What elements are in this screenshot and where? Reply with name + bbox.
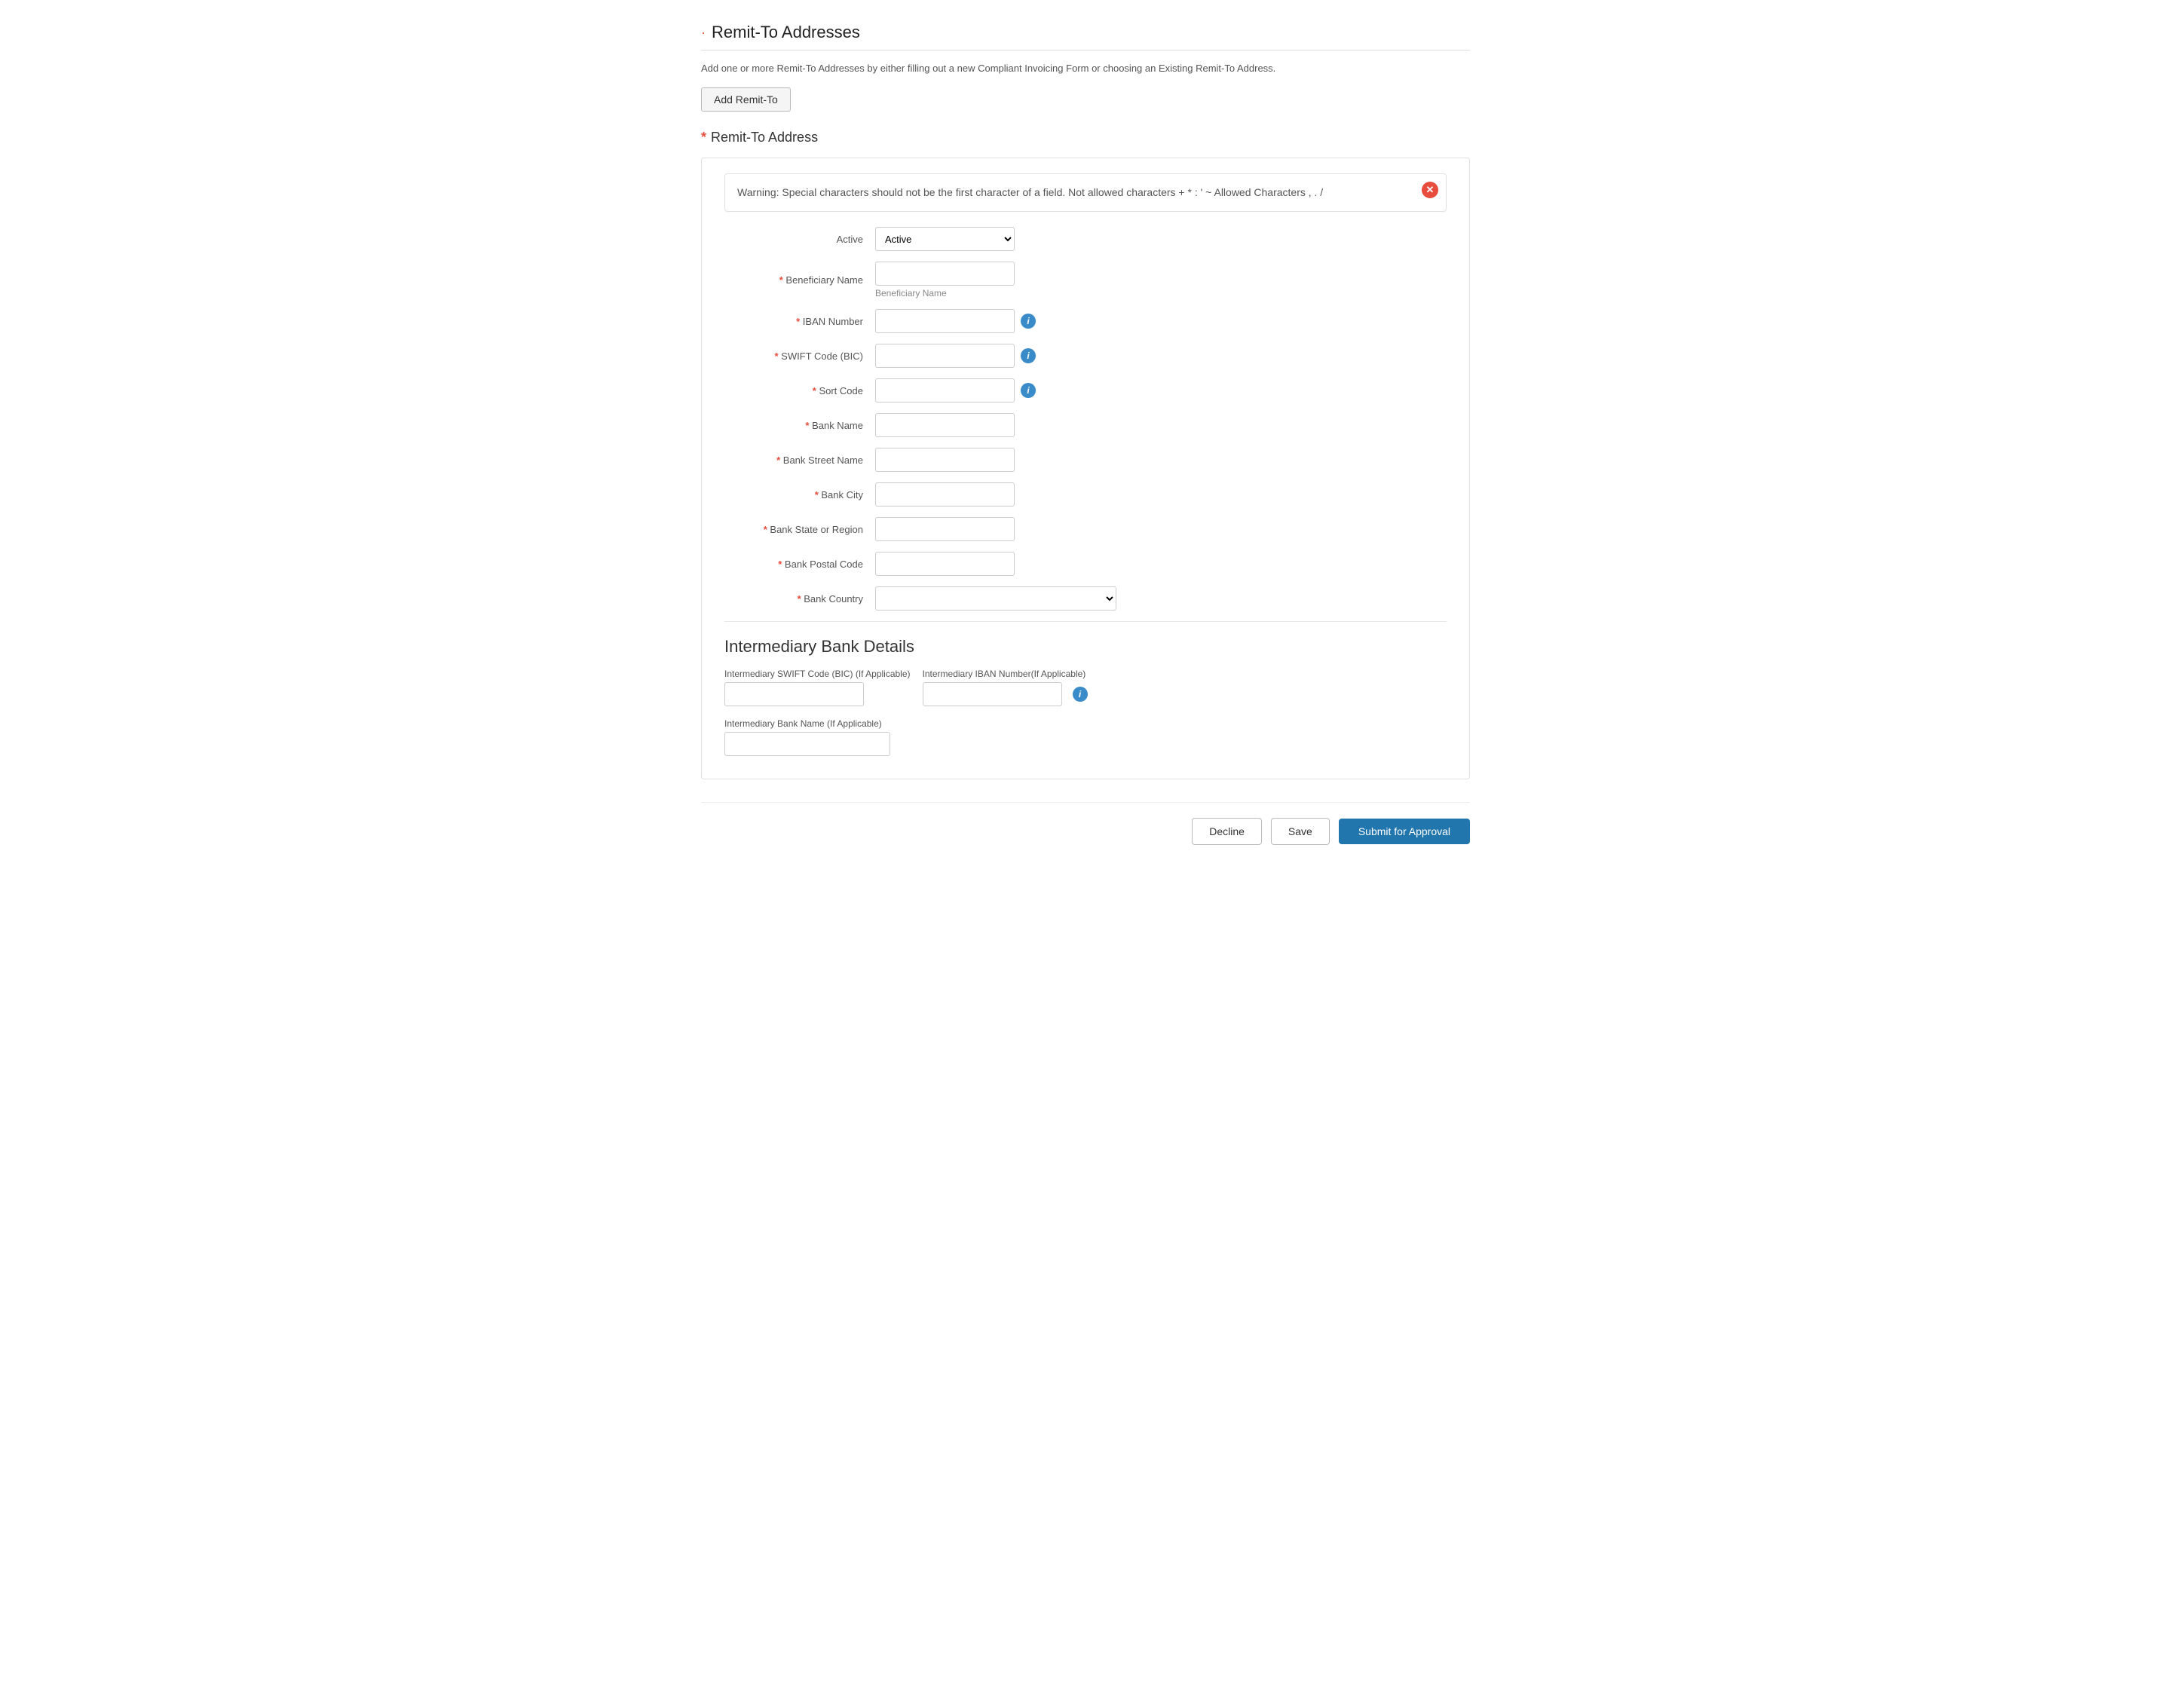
- iban-info-icon[interactable]: i: [1021, 314, 1036, 329]
- iban-number-label: * IBAN Number: [724, 316, 875, 327]
- active-label: Active: [724, 234, 875, 245]
- bank-city-input[interactable]: [875, 482, 1015, 507]
- sort-code-info-icon[interactable]: i: [1021, 383, 1036, 398]
- swift-code-row: * SWIFT Code (BIC) i: [724, 344, 1447, 368]
- beneficiary-name-row: * Beneficiary Name Beneficiary Name: [724, 262, 1447, 298]
- bank-country-select[interactable]: [875, 586, 1116, 611]
- bank-street-name-label: * Bank Street Name: [724, 455, 875, 466]
- beneficiary-name-hint: Beneficiary Name: [875, 288, 1015, 298]
- warning-banner: Warning: Special characters should not b…: [724, 173, 1447, 212]
- bank-city-row: * Bank City: [724, 482, 1447, 507]
- intermediary-iban-row: i: [923, 682, 1088, 706]
- bank-city-label: * Bank City: [724, 489, 875, 500]
- intermediary-grid: Intermediary SWIFT Code (BIC) (If Applic…: [724, 669, 1447, 706]
- intermediary-iban-info-icon[interactable]: i: [1073, 687, 1088, 702]
- bank-name-input[interactable]: [875, 413, 1015, 437]
- intermediary-iban-input[interactable]: [923, 682, 1062, 706]
- intermediary-iban-field: Intermediary IBAN Number(If Applicable) …: [923, 669, 1088, 706]
- submit-for-approval-button[interactable]: Submit for Approval: [1339, 819, 1470, 844]
- intermediary-bank-name-label: Intermediary Bank Name (If Applicable): [724, 718, 1447, 729]
- sort-code-label: * Sort Code: [724, 385, 875, 396]
- bank-state-row: * Bank State or Region: [724, 517, 1447, 541]
- bank-street-name-input[interactable]: [875, 448, 1015, 472]
- warning-text: Warning: Special characters should not b…: [737, 186, 1323, 198]
- section-title: · Remit-To Addresses: [701, 23, 1470, 42]
- iban-number-input[interactable]: [875, 309, 1015, 333]
- beneficiary-name-label: * Beneficiary Name: [724, 274, 875, 286]
- bank-country-label: * Bank Country: [724, 593, 875, 605]
- sort-code-input[interactable]: [875, 378, 1015, 403]
- bank-street-name-row: * Bank Street Name: [724, 448, 1447, 472]
- bank-state-label: * Bank State or Region: [724, 524, 875, 535]
- intermediary-bank-name-input[interactable]: [724, 732, 890, 756]
- intermediary-swift-field: Intermediary SWIFT Code (BIC) (If Applic…: [724, 669, 911, 706]
- swift-code-input[interactable]: [875, 344, 1015, 368]
- bank-country-row: * Bank Country: [724, 586, 1447, 611]
- bank-postal-code-row: * Bank Postal Code: [724, 552, 1447, 576]
- bank-name-label: * Bank Name: [724, 420, 875, 431]
- bank-postal-code-label: * Bank Postal Code: [724, 559, 875, 570]
- intermediary-bank-name-field: Intermediary Bank Name (If Applicable): [724, 718, 1447, 756]
- swift-code-label: * SWIFT Code (BIC): [724, 350, 875, 362]
- remit-to-form-card: Warning: Special characters should not b…: [701, 158, 1470, 779]
- intermediary-swift-label: Intermediary SWIFT Code (BIC) (If Applic…: [724, 669, 911, 679]
- footer-bar: Decline Save Submit for Approval: [701, 802, 1470, 845]
- intermediary-iban-label: Intermediary IBAN Number(If Applicable): [923, 669, 1088, 679]
- section-divider: [701, 50, 1470, 51]
- intermediary-title: Intermediary Bank Details: [724, 637, 1447, 657]
- sort-code-row: * Sort Code i: [724, 378, 1447, 403]
- bank-postal-code-input[interactable]: [875, 552, 1015, 576]
- iban-number-row: * IBAN Number i: [724, 309, 1447, 333]
- active-select[interactable]: Active Inactive: [875, 227, 1015, 251]
- intermediary-swift-input[interactable]: [724, 682, 864, 706]
- beneficiary-name-input[interactable]: [875, 262, 1015, 286]
- remit-address-label: * Remit-To Address: [701, 130, 1470, 145]
- save-button[interactable]: Save: [1271, 818, 1330, 845]
- decline-button[interactable]: Decline: [1192, 818, 1262, 845]
- warning-close-button[interactable]: ✕: [1422, 182, 1438, 198]
- bank-state-input[interactable]: [875, 517, 1015, 541]
- bank-name-row: * Bank Name: [724, 413, 1447, 437]
- swift-info-icon[interactable]: i: [1021, 348, 1036, 363]
- required-star: *: [701, 130, 706, 145]
- active-row: Active Active Inactive: [724, 227, 1447, 251]
- section-description: Add one or more Remit-To Addresses by ei…: [701, 63, 1470, 74]
- title-dot: ·: [701, 25, 706, 41]
- add-remit-to-button[interactable]: Add Remit-To: [701, 87, 791, 112]
- intermediary-section: Intermediary Bank Details Intermediary S…: [724, 621, 1447, 756]
